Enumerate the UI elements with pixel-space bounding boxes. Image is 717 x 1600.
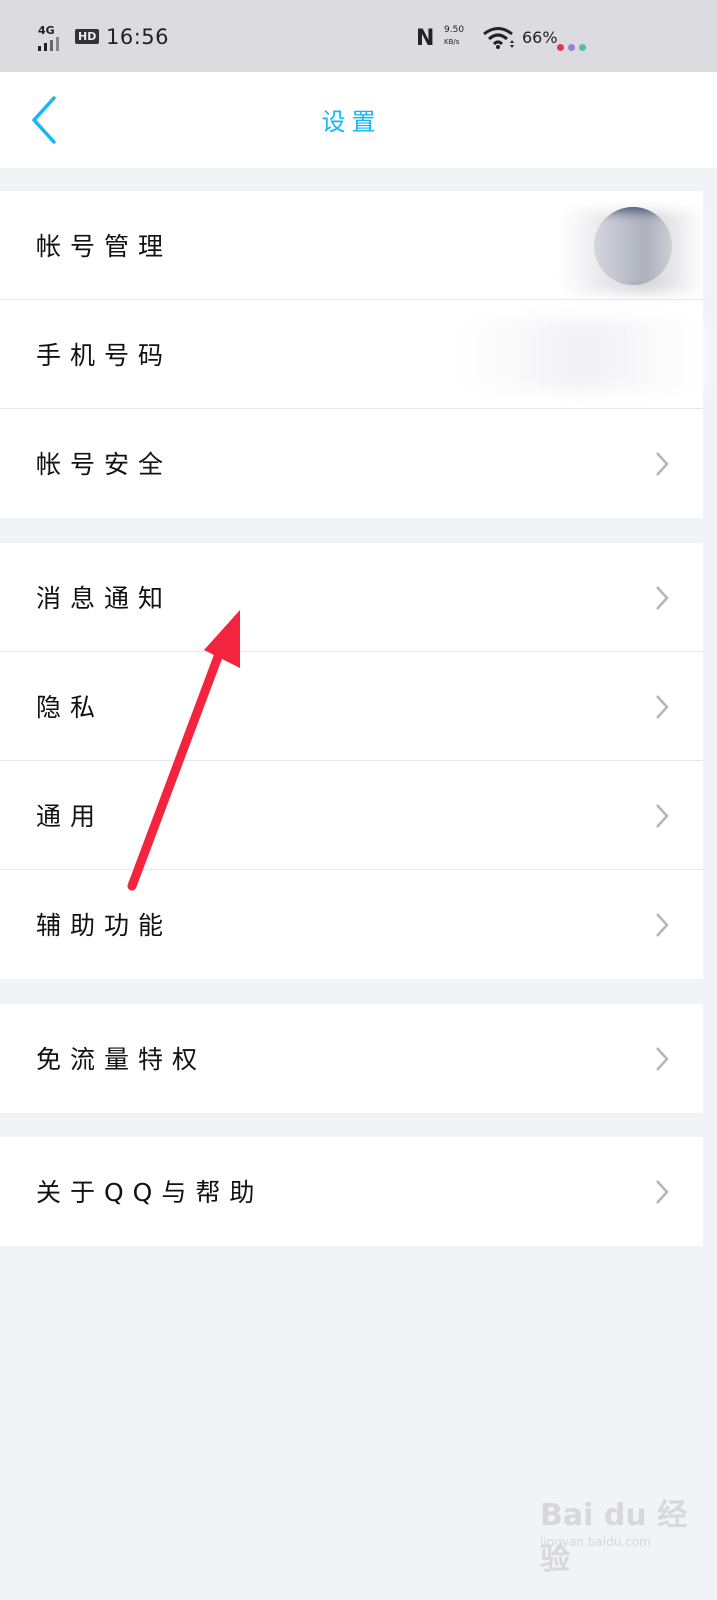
settings-item-about-qq-help[interactable]: 关于QQ与帮助 xyxy=(0,1137,703,1246)
settings-item-free-data-privilege[interactable]: 免流量特权 xyxy=(0,1004,703,1113)
settings-item-privacy[interactable]: 隐私 xyxy=(0,652,703,761)
network-speed: 9.50 KB/s xyxy=(444,24,464,48)
settings-item-label: 手机号码 xyxy=(36,341,173,370)
privacy-blur xyxy=(460,320,703,390)
chevron-right-icon xyxy=(656,804,669,828)
page-title: 设置 xyxy=(321,108,382,136)
settings-item-accessibility[interactable]: 辅助功能 xyxy=(0,870,703,979)
settings-item-label: 帐号安全 xyxy=(36,450,173,479)
settings-item-label: 消息通知 xyxy=(36,584,173,613)
signal-icon xyxy=(38,37,59,51)
speed-value: 9.50 xyxy=(444,25,465,35)
nav-bar: 设置 xyxy=(0,72,717,168)
notification-dots-icon xyxy=(557,36,590,55)
data-free-group: 免流量特权 xyxy=(0,1004,703,1113)
chevron-right-icon xyxy=(656,1180,669,1204)
clock: 16:56 xyxy=(106,25,170,49)
settings-item-label: 隐私 xyxy=(36,693,105,722)
general-group: 消息通知 隐私 通用 辅助功能 xyxy=(0,543,703,979)
chevron-right-icon xyxy=(656,586,669,610)
chevron-right-icon xyxy=(656,1047,669,1071)
settings-item-label: 关于QQ与帮助 xyxy=(36,1178,264,1207)
hd-badge: HD xyxy=(75,29,100,44)
speed-unit: KB/s xyxy=(444,38,460,46)
settings-item-general[interactable]: 通用 xyxy=(0,761,703,870)
settings-item-notifications[interactable]: 消息通知 xyxy=(0,543,703,652)
settings-item-account-management[interactable]: 帐号管理 xyxy=(0,191,703,300)
status-bar: 4G HD 16:56 N 9.50 KB/s 66% xyxy=(0,0,717,72)
settings-item-phone-number[interactable]: 手机号码 xyxy=(0,300,703,409)
settings-item-label: 帐号管理 xyxy=(36,232,173,261)
settings-item-account-security[interactable]: 帐号安全 xyxy=(0,409,703,518)
nfc-icon: N xyxy=(416,26,435,51)
account-group: 帐号管理 手机号码 帐号安全 xyxy=(0,191,703,518)
settings-item-label: 辅助功能 xyxy=(36,911,173,940)
chevron-right-icon xyxy=(656,695,669,719)
settings-item-label: 免流量特权 xyxy=(36,1045,207,1074)
chevron-right-icon xyxy=(656,913,669,937)
privacy-blur xyxy=(560,211,703,293)
settings-item-label: 通用 xyxy=(36,802,105,831)
battery-level: 66% xyxy=(522,28,558,47)
watermark-url: jingyan.baidu.com xyxy=(540,1535,651,1549)
wifi-icon xyxy=(483,27,514,49)
about-group: 关于QQ与帮助 xyxy=(0,1137,703,1246)
chevron-right-icon xyxy=(656,452,669,476)
watermark-logo: Bai du 经验 xyxy=(540,1498,688,1577)
